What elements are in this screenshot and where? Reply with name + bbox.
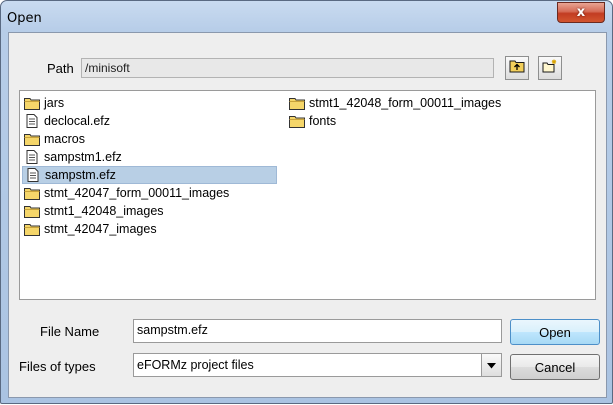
list-item[interactable]: stmt1_42048_images: [22, 202, 164, 220]
folder-icon: [24, 222, 40, 236]
document-icon: [24, 114, 40, 128]
new-folder-icon: [542, 59, 558, 78]
document-icon: [24, 150, 40, 164]
item-label: stmt_42047_images: [44, 222, 157, 236]
file-name-field[interactable]: sampstm.efz: [133, 319, 502, 343]
file-types-value: eFORMz project files: [137, 358, 254, 372]
item-label: jars: [44, 96, 65, 110]
list-item[interactable]: stmt_42047_images: [22, 220, 157, 238]
file-types-select[interactable]: eFORMz project files: [133, 353, 502, 377]
folder-up-icon: [509, 59, 525, 78]
list-item[interactable]: macros: [22, 130, 85, 148]
folder-icon: [24, 204, 40, 218]
file-list[interactable]: jars declocal.efz macros sampstm1.efz sa…: [19, 90, 596, 300]
folder-icon: [289, 114, 305, 128]
chevron-down-icon: [487, 358, 496, 372]
path-label: Path: [47, 61, 74, 76]
item-label: stmt1_42048_images: [44, 204, 164, 218]
window-title: Open: [7, 11, 42, 26]
path-field[interactable]: /minisoft: [81, 58, 494, 78]
file-name-label: File Name: [40, 324, 100, 339]
list-item[interactable]: declocal.efz: [22, 112, 110, 130]
open-dialog: Open x Path /minisoft jars declocal.efz …: [0, 0, 613, 404]
up-folder-button[interactable]: [505, 56, 529, 80]
list-item-selected[interactable]: sampstm.efz: [22, 166, 277, 184]
item-label: sampstm1.efz: [44, 150, 122, 164]
folder-icon: [24, 96, 40, 110]
close-button[interactable]: x: [557, 2, 605, 23]
list-item[interactable]: stmt_42047_form_00011_images: [22, 184, 229, 202]
new-folder-button[interactable]: [538, 56, 562, 80]
file-types-label: Files of types: [19, 359, 96, 374]
item-label: fonts: [309, 114, 337, 128]
close-icon: x: [576, 5, 586, 20]
open-button[interactable]: Open: [510, 319, 600, 345]
list-item[interactable]: fonts: [287, 112, 336, 130]
cancel-button[interactable]: Cancel: [510, 354, 600, 380]
title-bar[interactable]: Open x: [1, 1, 612, 33]
document-icon: [25, 168, 41, 182]
list-item[interactable]: jars: [22, 94, 64, 112]
item-label: macros: [44, 132, 85, 146]
list-item[interactable]: sampstm1.efz: [22, 148, 122, 166]
dropdown-arrow-button[interactable]: [481, 354, 501, 376]
folder-icon: [289, 96, 305, 110]
item-label: sampstm.efz: [45, 168, 116, 182]
folder-icon: [24, 186, 40, 200]
item-label: stmt_42047_form_00011_images: [44, 186, 230, 200]
item-label: declocal.efz: [44, 114, 111, 128]
list-item[interactable]: stmt1_42048_form_00011_images: [287, 94, 501, 112]
dialog-body: Path /minisoft jars declocal.efz macros …: [8, 32, 607, 398]
item-label: stmt1_42048_form_00011_images: [309, 96, 502, 110]
folder-icon: [24, 132, 40, 146]
